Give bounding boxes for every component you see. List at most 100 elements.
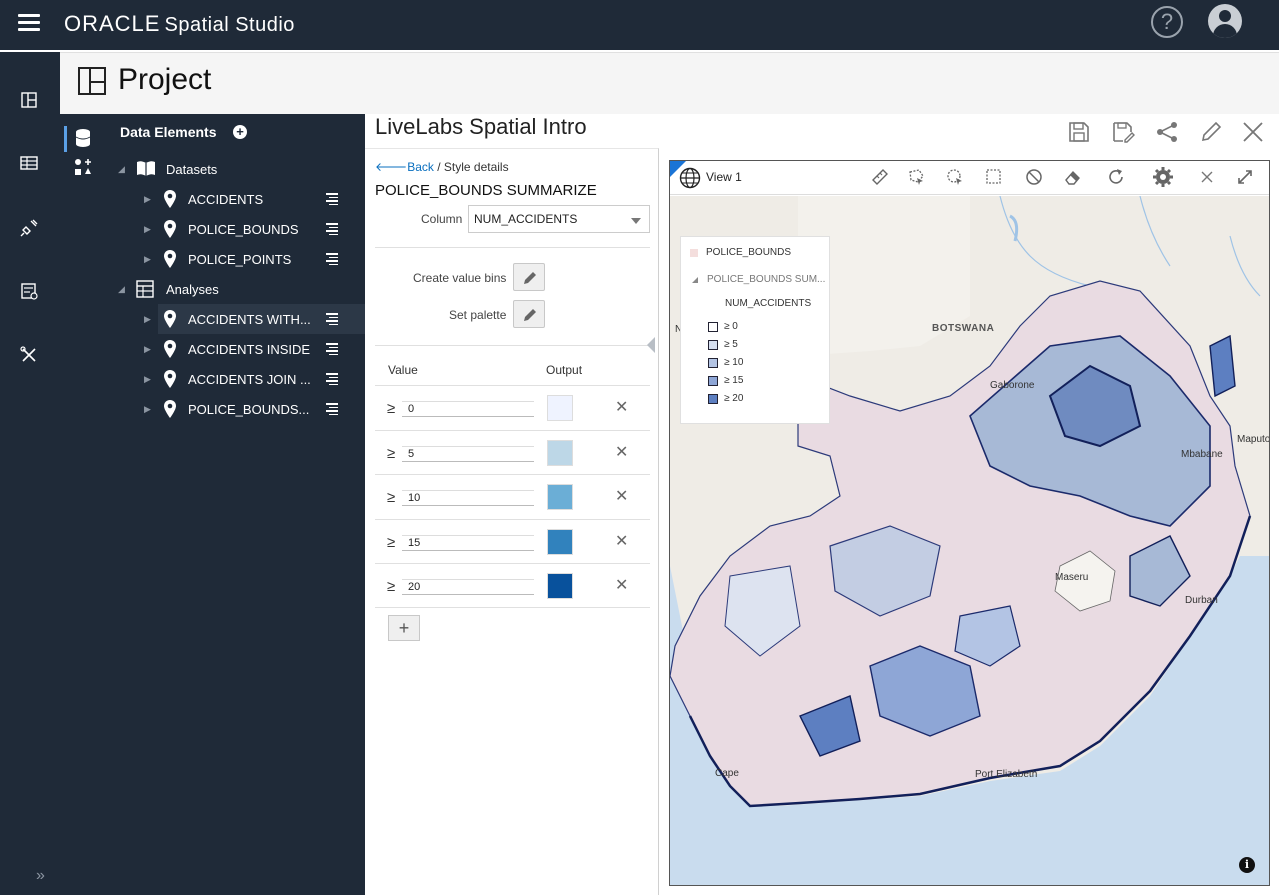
bin-value-input[interactable]: 0: [402, 401, 534, 417]
clear-selection-icon[interactable]: [1025, 168, 1043, 186]
collapse-icon[interactable]: ◢: [118, 164, 125, 175]
set-palette-label: Set palette: [449, 308, 507, 322]
page-title: Project: [118, 63, 212, 96]
close-icon[interactable]: ✕: [615, 442, 628, 462]
map-pin-icon: [164, 250, 176, 268]
ge-symbol: ≥: [387, 489, 396, 506]
database-icon[interactable]: [75, 128, 91, 148]
expand-icon[interactable]: ▶: [144, 224, 151, 235]
create-bins-label: Create value bins: [413, 271, 507, 285]
expand-icon[interactable]: ▶: [144, 314, 151, 325]
job-list-icon[interactable]: [19, 281, 39, 301]
bin-value-input[interactable]: 10: [402, 490, 534, 506]
ruler-icon[interactable]: [871, 168, 889, 186]
close-icon[interactable]: ✕: [615, 486, 628, 506]
map-view: View 1 BOTSWANA Gaborone Maputo Mbabane …: [669, 160, 1270, 886]
back-link[interactable]: 🡐Back: [375, 160, 434, 174]
item-menu-icon[interactable]: [326, 403, 338, 415]
item-menu-icon[interactable]: [326, 253, 338, 265]
refresh-icon[interactable]: [1107, 168, 1125, 186]
save-icon[interactable]: [1067, 120, 1091, 144]
add-data-element-button[interactable]: +: [233, 125, 247, 139]
help-icon[interactable]: ?: [1151, 6, 1183, 38]
gear-icon[interactable]: [1152, 166, 1174, 188]
layers-add-icon[interactable]: [74, 158, 92, 176]
eraser-icon[interactable]: [1064, 168, 1082, 186]
map-legend: POLICE_BOUNDS POLICE_BOUNDS SUM... NUM_A…: [680, 236, 830, 424]
save-as-icon[interactable]: [1111, 120, 1135, 144]
analysis-item[interactable]: ▶ POLICE_BOUNDS...: [106, 394, 365, 424]
maximize-icon[interactable]: [1236, 168, 1254, 186]
map-label: BOTSWANA: [932, 323, 995, 334]
bin-color-swatch[interactable]: [547, 440, 573, 466]
analysis-item[interactable]: ▶ ACCIDENTS INSIDE: [106, 334, 365, 364]
info-icon[interactable]: i: [1239, 857, 1255, 873]
project-icon: [78, 67, 106, 95]
expand-icon[interactable]: ▶: [144, 344, 151, 355]
table-icon[interactable]: [19, 153, 39, 173]
map-label: Cape: [715, 768, 739, 779]
collapse-icon[interactable]: [692, 277, 698, 283]
collapse-icon[interactable]: ◢: [118, 284, 125, 295]
pencil-icon: [524, 309, 536, 321]
close-icon[interactable]: ✕: [615, 531, 628, 551]
user-avatar-icon[interactable]: [1208, 4, 1242, 38]
bin-value-input[interactable]: 20: [402, 579, 534, 595]
legend-swatch: [708, 358, 718, 368]
legend-swatch: [708, 340, 718, 350]
item-menu-icon[interactable]: [326, 223, 338, 235]
expand-icon[interactable]: ▶: [144, 374, 151, 385]
expand-icon[interactable]: ▶: [144, 194, 151, 205]
plug-icon[interactable]: [19, 218, 39, 238]
legend-swatch: [708, 322, 718, 332]
analysis-item[interactable]: ▶ ACCIDENTS JOIN ...: [106, 364, 365, 394]
lasso-select-icon[interactable]: [907, 168, 925, 186]
map-label: Maputo: [1237, 434, 1270, 445]
analysis-item-selected[interactable]: ▶ ACCIDENTS WITH...: [144, 304, 365, 334]
close-icon[interactable]: [1198, 168, 1216, 186]
dataset-item[interactable]: ▶ POLICE_POINTS: [106, 244, 365, 274]
set-palette-button[interactable]: [513, 300, 545, 328]
dataset-item[interactable]: ▶ POLICE_BOUNDS: [106, 214, 365, 244]
tools-icon[interactable]: [19, 345, 39, 365]
legend-item-label: ≥ 20: [724, 393, 744, 404]
bin-color-swatch[interactable]: [547, 484, 573, 510]
analyses-group[interactable]: ◢ Analyses: [106, 274, 365, 304]
bin-value-input[interactable]: 15: [402, 535, 534, 551]
circle-select-icon[interactable]: [946, 168, 964, 186]
create-bins-button[interactable]: [513, 263, 545, 291]
expand-nav-icon[interactable]: »: [36, 867, 45, 885]
close-icon[interactable]: ✕: [615, 397, 628, 417]
expand-icon[interactable]: ▶: [144, 254, 151, 265]
dataset-item[interactable]: ▶ ACCIDENTS: [106, 184, 365, 214]
item-menu-icon[interactable]: [326, 193, 338, 205]
dashboard-icon[interactable]: [19, 90, 39, 110]
map-canvas[interactable]: BOTSWANA Gaborone Maputo Mbabane Maseru …: [670, 195, 1270, 885]
bin-color-swatch[interactable]: [547, 395, 573, 421]
close-icon[interactable]: [1241, 120, 1265, 144]
hamburger-icon[interactable]: [18, 14, 40, 34]
analysis-label: ACCIDENTS WITH...: [188, 312, 311, 327]
share-icon[interactable]: [1155, 120, 1179, 144]
item-menu-icon[interactable]: [326, 313, 338, 325]
ge-symbol: ≥: [387, 445, 396, 462]
rectangle-select-icon[interactable]: [985, 168, 1003, 186]
bin-value-input[interactable]: 5: [402, 446, 534, 462]
divider: [375, 345, 650, 346]
bin-row: ≥ 10 ✕: [375, 474, 650, 519]
close-icon[interactable]: ✕: [615, 575, 628, 595]
datasets-group[interactable]: ◢ Datasets: [106, 154, 365, 184]
breadcrumb: 🡐Back / Style details: [375, 159, 509, 174]
column-select[interactable]: NUM_ACCIDENTS: [468, 205, 650, 233]
bin-color-swatch[interactable]: [547, 529, 573, 555]
map-pin-icon: [164, 370, 176, 388]
add-bin-button[interactable]: +: [388, 615, 420, 641]
pencil-icon[interactable]: [1199, 120, 1223, 144]
bin-color-swatch[interactable]: [547, 573, 573, 599]
collapse-panel-icon[interactable]: [647, 337, 655, 353]
product-name: Spatial Studio: [164, 14, 295, 36]
pencil-icon: [524, 272, 536, 284]
item-menu-icon[interactable]: [326, 373, 338, 385]
expand-icon[interactable]: ▶: [144, 404, 151, 415]
item-menu-icon[interactable]: [326, 343, 338, 355]
